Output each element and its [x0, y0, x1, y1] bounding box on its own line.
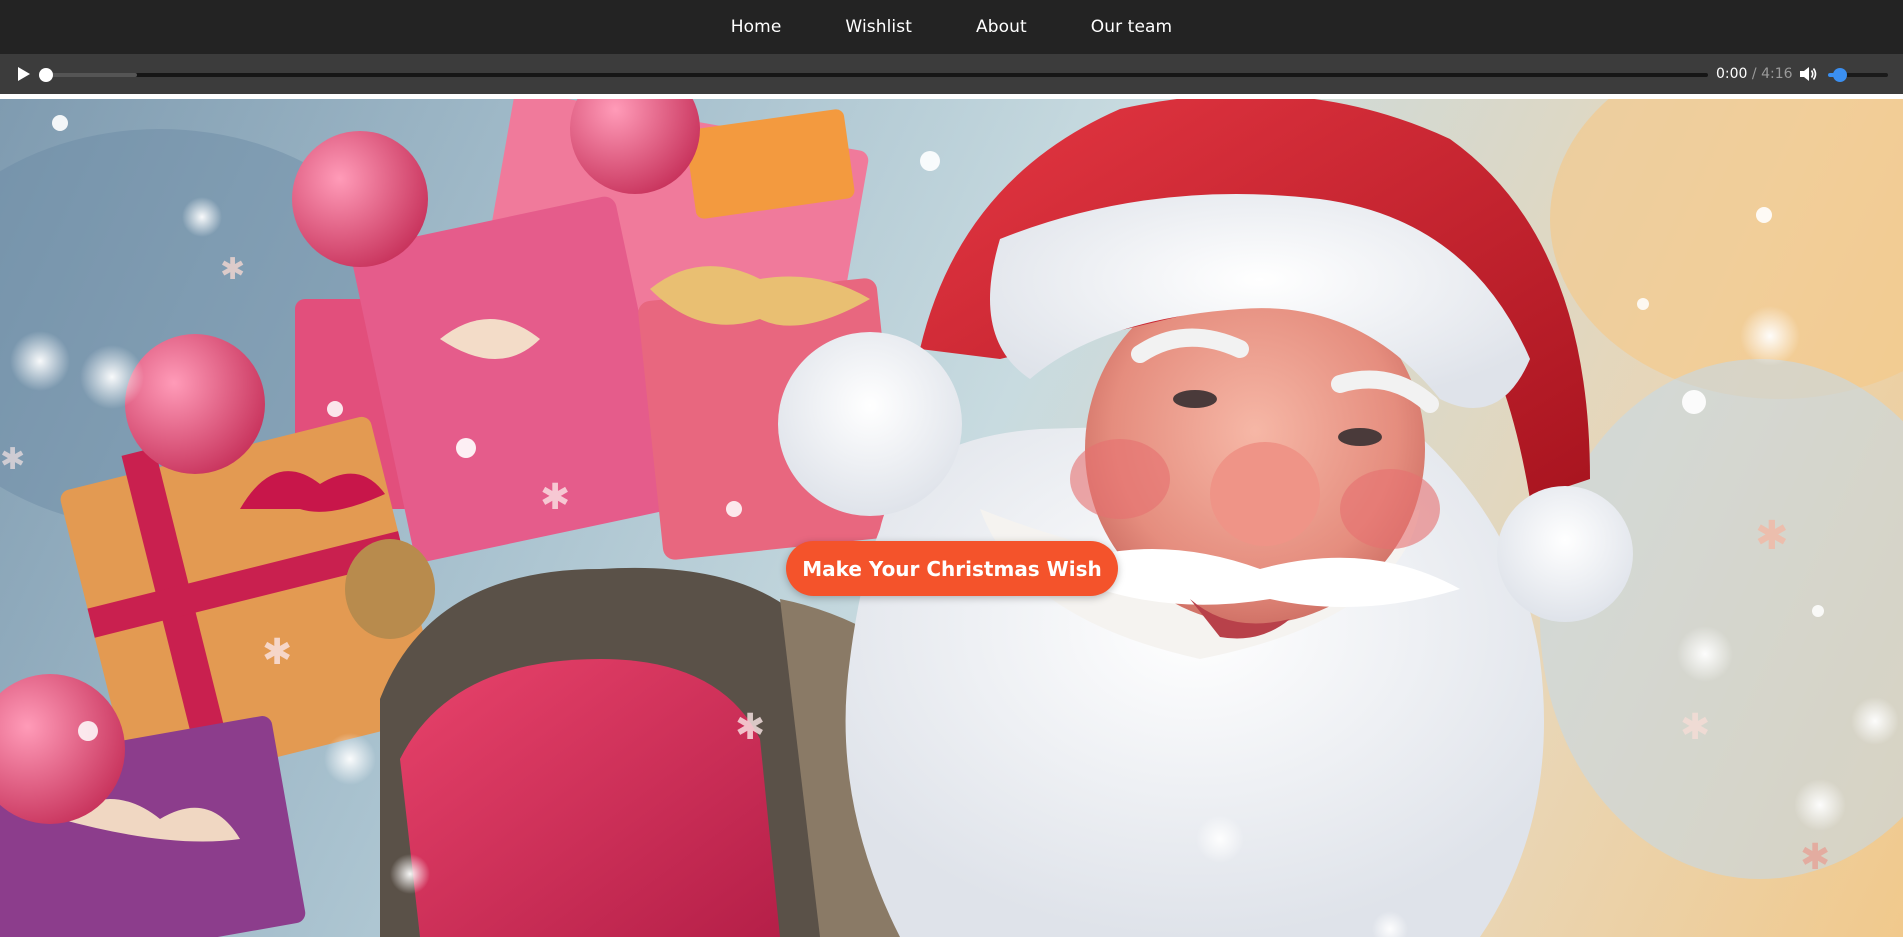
play-button[interactable]: [14, 64, 34, 84]
nav-item-home: Home: [731, 17, 782, 37]
play-icon: [18, 67, 30, 81]
seek-buffered: [46, 73, 137, 77]
svg-text:✱: ✱: [1680, 707, 1710, 748]
nav-link-home[interactable]: Home: [731, 17, 782, 37]
top-navigation: Home Wishlist About Our team: [0, 0, 1903, 54]
nav-link-about[interactable]: About: [976, 17, 1027, 37]
total-time: 4:16: [1761, 66, 1793, 82]
time-separator: /: [1747, 66, 1762, 82]
svg-text:✱: ✱: [1800, 837, 1830, 878]
nav-link-our-team[interactable]: Our team: [1091, 17, 1172, 37]
seek-thumb[interactable]: [39, 68, 53, 82]
svg-text:✱: ✱: [735, 707, 765, 748]
current-time: 0:00: [1716, 66, 1748, 82]
volume-icon: [1800, 67, 1817, 81]
volume-slider[interactable]: [1828, 68, 1888, 82]
make-wish-button[interactable]: Make Your Christmas Wish: [786, 541, 1118, 596]
audio-player: 0:00 / 4:16: [0, 54, 1903, 94]
svg-text:✱: ✱: [262, 632, 292, 673]
mute-button[interactable]: [1798, 64, 1818, 84]
seek-bar[interactable]: [39, 68, 1708, 82]
hero-section: ✱ ✱ ✱ ✱ ✱ ✱ ✱ ✱ Make Your Christmas Wish: [0, 99, 1903, 937]
volume-thumb[interactable]: [1833, 68, 1847, 82]
svg-text:✱: ✱: [220, 252, 245, 287]
nav-menu: Home Wishlist About Our team: [731, 17, 1172, 37]
svg-text:✱: ✱: [0, 442, 25, 477]
time-display: 0:00 / 4:16: [1716, 64, 1793, 84]
nav-link-wishlist[interactable]: Wishlist: [845, 17, 912, 37]
nav-item-about: About: [976, 17, 1027, 37]
svg-text:✱: ✱: [540, 477, 570, 518]
svg-text:✱: ✱: [1755, 513, 1789, 559]
nav-item-our-team: Our team: [1091, 17, 1172, 37]
santa-hero-image: ✱ ✱ ✱ ✱ ✱ ✱ ✱ ✱: [0, 99, 1903, 937]
nav-item-wishlist: Wishlist: [845, 17, 912, 37]
